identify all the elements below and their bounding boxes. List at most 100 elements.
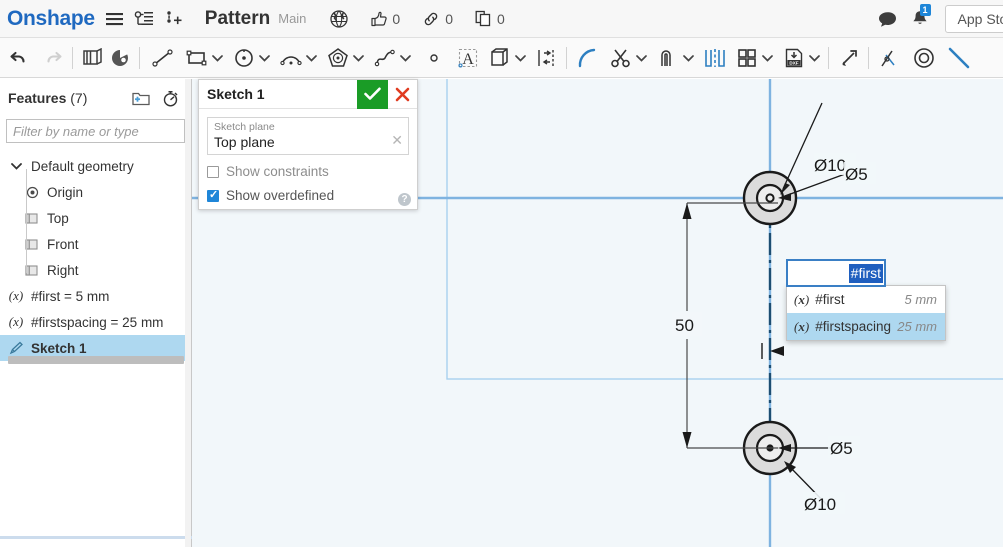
dim-arrow-down [682, 432, 692, 448]
globe-icon[interactable] [330, 9, 349, 28]
dimension-value-input[interactable]: #first [786, 259, 886, 287]
sidebar-item-top-plane[interactable]: Top [0, 205, 191, 231]
polygon-chevron-down-icon[interactable] [351, 54, 366, 62]
sidebar-item-label: #first = 5 mm [31, 288, 110, 304]
show-overdefined-checkbox[interactable] [207, 188, 219, 202]
sidebar-item-variable-first[interactable]: (x) #first = 5 mm [0, 283, 191, 309]
link-counter[interactable]: 0 [416, 11, 453, 27]
features-horizontal-scrollbar[interactable] [8, 356, 184, 364]
sketch-dialog-header: Sketch 1 [199, 79, 417, 109]
autocomplete-item-first[interactable]: (x) #first 5 mm [787, 286, 945, 313]
add-feature-icon[interactable] [165, 10, 183, 27]
features-header-icons [132, 90, 183, 107]
offset-chevron-down-icon[interactable] [681, 54, 696, 62]
check-icon[interactable] [357, 79, 388, 109]
redo-icon[interactable] [40, 42, 65, 74]
point-icon[interactable] [421, 42, 446, 74]
header-right-group: 1 App Stor [867, 0, 1003, 38]
transform-icon[interactable] [836, 42, 861, 74]
sketch-shade-icon[interactable] [107, 42, 132, 74]
features-filter-input[interactable]: Filter by name or type [6, 119, 185, 143]
sketch-plane-field[interactable]: Sketch plane Top plane ✕ [207, 117, 409, 155]
features-title-text: Features [8, 90, 67, 106]
show-overdefined-row[interactable]: Show overdefined [207, 188, 409, 203]
vertical-spacing-label[interactable]: 50 [675, 316, 694, 335]
use-chevron-down-icon[interactable] [513, 54, 528, 62]
features-panel: Features (7) Filter by name or type Defa… [0, 79, 192, 547]
sidebar-item-right-plane[interactable]: Right [0, 257, 191, 283]
hamburger-icon[interactable] [105, 12, 123, 26]
spline-icon[interactable] [372, 42, 397, 74]
sketch-dialog[interactable]: Sketch 1 Sketch plane Top plane ✕ Show c… [198, 79, 418, 210]
top-inner-diameter-label[interactable]: Ø5 [845, 165, 868, 184]
help-icon[interactable]: ? [398, 193, 411, 206]
clear-icon[interactable]: ✕ [391, 132, 403, 149]
stopwatch-rollback-icon[interactable] [162, 90, 179, 107]
bottom-inner-diameter-label[interactable]: Ø5 [830, 439, 853, 458]
onshape-logo[interactable]: Onshape [7, 7, 95, 31]
mirror-icon[interactable] [702, 42, 727, 74]
polygon-icon[interactable] [325, 42, 350, 74]
version-graph-icon[interactable] [134, 10, 154, 27]
pattern-chevron-down-icon[interactable] [760, 54, 775, 62]
autocomplete-item-name: #firstspacing [815, 319, 891, 334]
autocomplete-item-firstspacing[interactable]: (x) #firstspacing 25 mm [787, 313, 945, 340]
sidebar-item-default-geometry[interactable]: Default geometry [0, 153, 191, 179]
copy-icon [475, 10, 492, 27]
sidebar-item-front-plane[interactable]: Front [0, 231, 191, 257]
like-counter[interactable]: 0 [364, 11, 400, 27]
sketch-icon [8, 341, 24, 355]
show-constraints-row[interactable]: Show constraints [207, 164, 409, 179]
svg-text:DXF: DXF [789, 60, 798, 65]
undo-icon[interactable] [6, 42, 31, 74]
autocomplete-item-value: 5 mm [904, 292, 938, 307]
dxf-chevron-down-icon[interactable] [807, 54, 822, 62]
text-icon[interactable]: A [455, 42, 480, 74]
bottom-outer-diameter-label[interactable]: Ø10 [804, 495, 836, 514]
copy-counter[interactable]: 0 [469, 10, 505, 27]
pattern-icon[interactable] [734, 42, 759, 74]
sidebar-item-origin[interactable]: Origin [0, 179, 191, 205]
rectangle-icon[interactable] [184, 42, 209, 74]
variable-autocomplete-menu[interactable]: (x) #first 5 mm (x) #firstspacing 25 mm [786, 285, 946, 341]
document-title[interactable]: Pattern [205, 8, 270, 30]
construction-icon[interactable] [876, 42, 901, 74]
arc-icon[interactable] [278, 42, 303, 74]
notifications-bell[interactable]: 1 [911, 4, 931, 28]
trim-chevron-down-icon[interactable] [634, 54, 649, 62]
dxf-import-icon[interactable]: DXF [781, 42, 806, 74]
concentric-icon[interactable] [911, 42, 936, 74]
offset-icon[interactable] [655, 42, 680, 74]
show-constraints-checkbox[interactable] [207, 165, 219, 178]
dimension-value-text: #first [848, 263, 883, 283]
sketch-dialog-body: Sketch plane Top plane ✕ Show constraint… [199, 109, 417, 209]
rectangle-chevron-down-icon[interactable] [210, 54, 225, 62]
show-constraints-label: Show constraints [226, 164, 329, 179]
top-outer-diameter-label[interactable]: Ø10 [814, 156, 846, 175]
features-vertical-scrollbar[interactable] [185, 79, 191, 547]
spline-chevron-down-icon[interactable] [398, 54, 413, 62]
sheet-metal-icon[interactable] [80, 42, 105, 74]
workspace-name[interactable]: Main [278, 11, 306, 26]
active-dimension-marker [761, 343, 784, 359]
app-store-button[interactable]: App Stor [944, 5, 1003, 33]
new-folder-icon[interactable] [132, 91, 150, 106]
sidebar-item-variable-firstspacing[interactable]: (x) #firstspacing = 25 mm [0, 309, 191, 335]
onshape-app-window: Onshape Pattern Main 0 0 0 1 App St A DX… [0, 0, 1003, 547]
variable-icon: (x) [794, 291, 810, 307]
top-outer-diameter-leader[interactable] [780, 102, 823, 195]
comment-icon[interactable] [878, 11, 897, 28]
fillet-icon[interactable] [574, 42, 599, 74]
panel-section-divider[interactable] [0, 536, 192, 539]
close-icon[interactable] [388, 80, 417, 109]
arc-chevron-down-icon[interactable] [304, 54, 319, 62]
use-projection-icon[interactable] [487, 42, 512, 74]
line-icon[interactable] [150, 42, 175, 74]
circle-icon[interactable] [231, 42, 256, 74]
trim-icon[interactable] [608, 42, 633, 74]
copy-count: 0 [497, 10, 505, 27]
sidebar-item-label: Right [47, 262, 79, 278]
coincident-icon[interactable] [946, 42, 971, 74]
circle-chevron-down-icon[interactable] [257, 54, 272, 62]
dimension-icon[interactable] [534, 42, 559, 74]
